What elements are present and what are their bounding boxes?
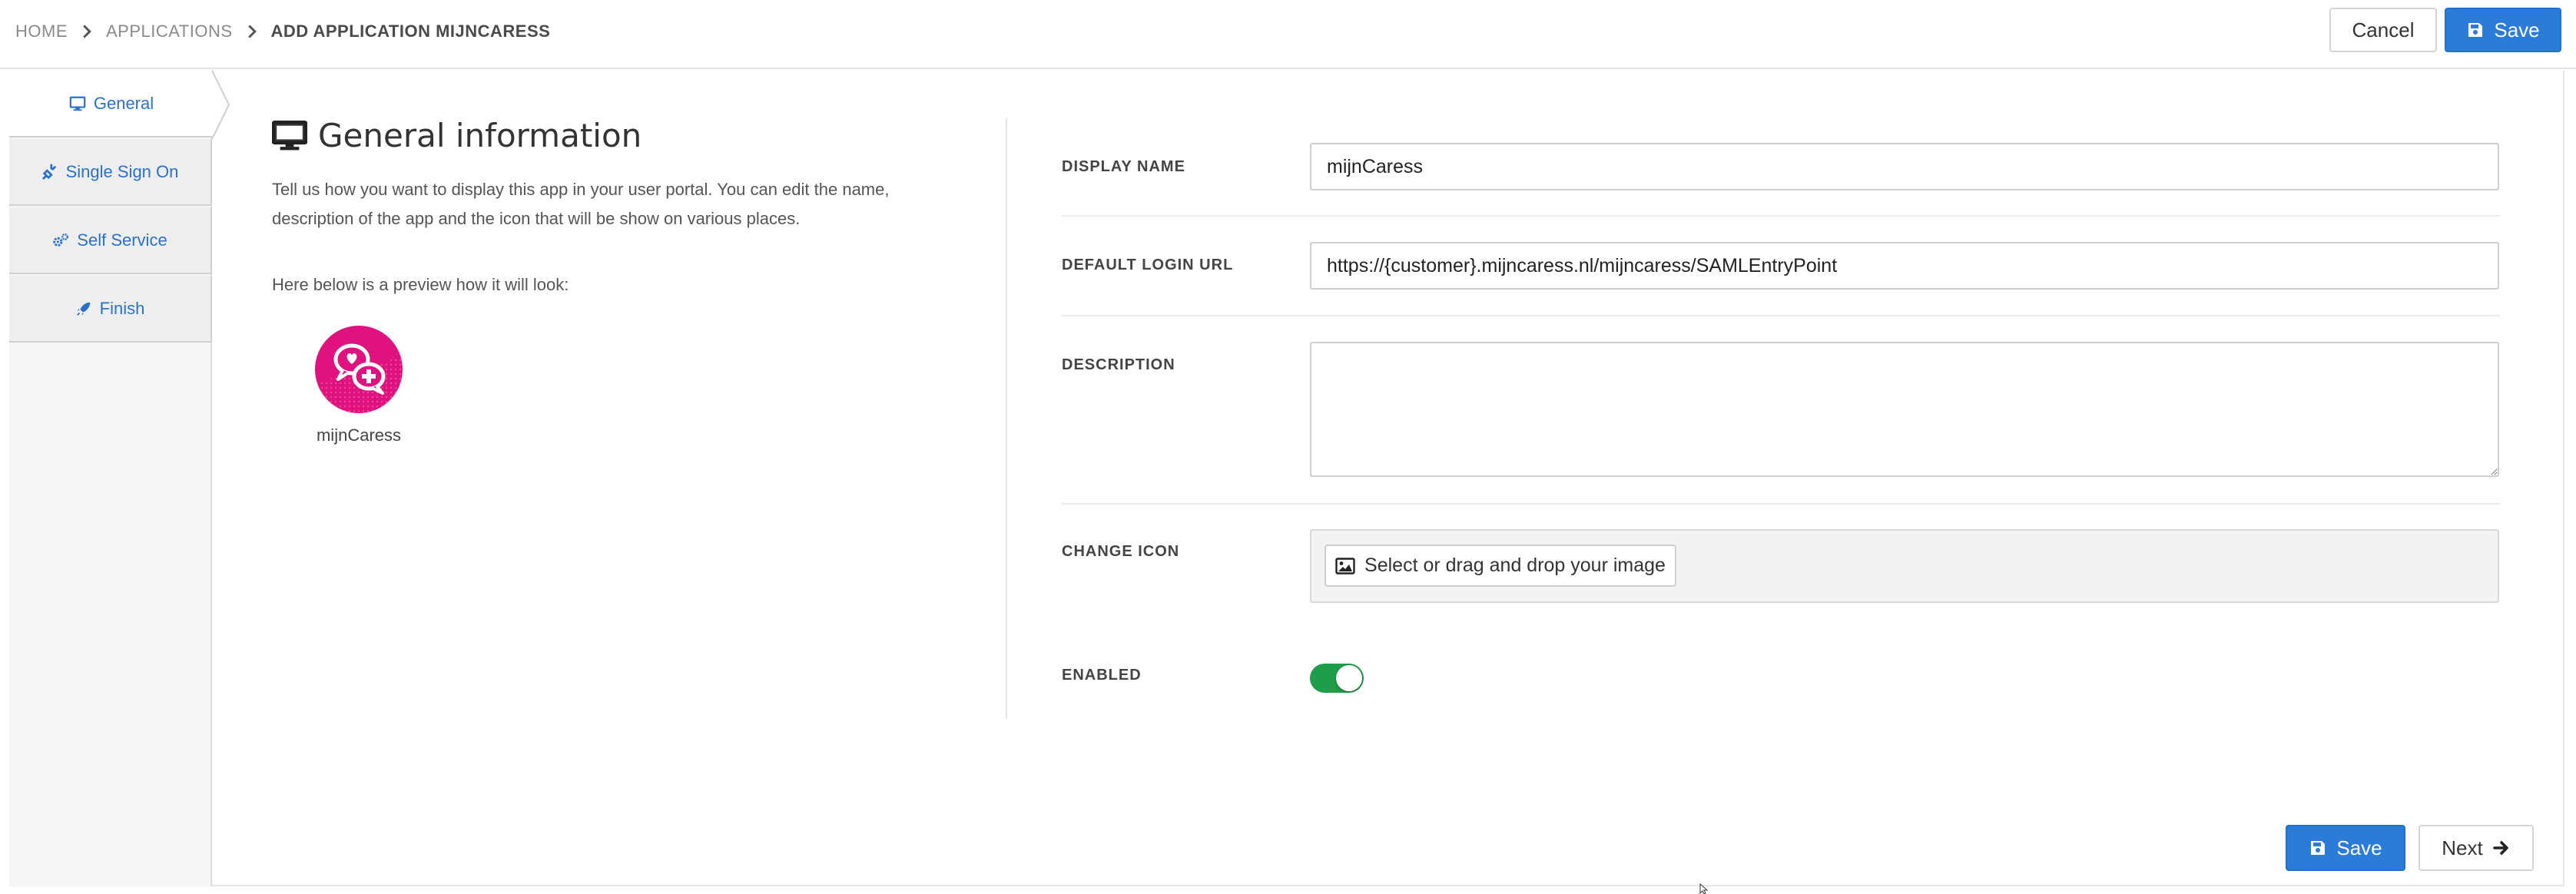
desktop-icon	[69, 96, 86, 111]
chat-bubbles-icon	[315, 343, 403, 413]
tab-self-service[interactable]: Self Service	[9, 207, 212, 274]
enabled-label: ENABLED	[1062, 667, 1142, 684]
save-button[interactable]: Save	[2445, 8, 2561, 52]
save-icon	[2468, 23, 2483, 37]
top-bar: HOME APPLICATIONS ADD APPLICATION MIJNCA…	[0, 0, 2576, 69]
breadcrumb-applications[interactable]: APPLICATIONS	[106, 22, 233, 41]
row-divider	[1062, 315, 2500, 316]
tab-finish-label: Finish	[99, 298, 145, 318]
tab-single-sign-on-label: Single Sign On	[65, 161, 179, 181]
column-divider	[1006, 118, 1007, 719]
toggle-knob	[1336, 665, 1362, 691]
rocket-icon	[76, 302, 90, 316]
app-preview-name: mijnCaress	[316, 425, 402, 445]
footer-save-button[interactable]: Save	[2286, 825, 2405, 871]
default-login-url-label: DEFAULT LOGIN URL	[1062, 257, 1234, 273]
breadcrumb: HOME APPLICATIONS ADD APPLICATION MIJNCA…	[15, 0, 550, 63]
preview-label: Here below is a preview how it will look…	[272, 275, 569, 294]
section-title: General information	[272, 117, 642, 154]
chevron-right-icon	[68, 22, 106, 41]
breadcrumb-current: ADD APPLICATION MIJNCARESS	[270, 22, 551, 41]
cancel-button[interactable]: Cancel	[2329, 8, 2437, 52]
row-divider	[1062, 215, 2500, 217]
description-textarea[interactable]	[1310, 342, 2499, 477]
cancel-button-label: Cancel	[2352, 18, 2415, 41]
select-image-label: Select or drag and drop your image	[1364, 555, 1666, 576]
tab-finish[interactable]: Finish	[9, 276, 212, 343]
default-login-url-input[interactable]	[1310, 242, 2499, 290]
section-description: Tell us how you want to display this app…	[272, 180, 890, 228]
chevron-right-icon	[233, 22, 271, 41]
gears-icon	[53, 233, 69, 247]
description-label: DESCRIPTION	[1062, 356, 1175, 373]
display-name-label: DISPLAY NAME	[1062, 158, 1185, 175]
tab-general[interactable]: General	[9, 71, 214, 137]
section-title-text: General information	[318, 117, 642, 154]
breadcrumb-home[interactable]: HOME	[15, 22, 68, 41]
display-name-input[interactable]	[1310, 143, 2499, 190]
wizard-tabs: General Single Sign On Self Service Fini…	[9, 71, 230, 886]
arrow-right-icon	[2492, 841, 2508, 855]
mouse-pointer-icon	[1699, 883, 1709, 894]
save-button-label: Save	[2494, 18, 2540, 41]
next-button[interactable]: Next	[2419, 825, 2534, 871]
desktop-icon	[272, 120, 307, 150]
next-button-label: Next	[2442, 836, 2483, 859]
row-divider	[1062, 503, 2500, 505]
change-icon-label: CHANGE ICON	[1062, 543, 1180, 560]
enabled-toggle[interactable]	[1310, 664, 1364, 693]
app-preview-icon	[315, 326, 403, 413]
select-image-button[interactable]: Select or drag and drop your image	[1324, 545, 1676, 587]
tab-single-sign-on[interactable]: Single Sign On	[9, 139, 212, 206]
footer-save-label: Save	[2336, 836, 2382, 859]
save-icon	[2311, 841, 2326, 855]
active-tab-arrow	[212, 71, 230, 139]
image-icon	[1335, 557, 1355, 574]
tab-self-service-label: Self Service	[77, 230, 167, 250]
plug-icon	[41, 163, 56, 180]
tab-general-label: General	[93, 93, 154, 113]
